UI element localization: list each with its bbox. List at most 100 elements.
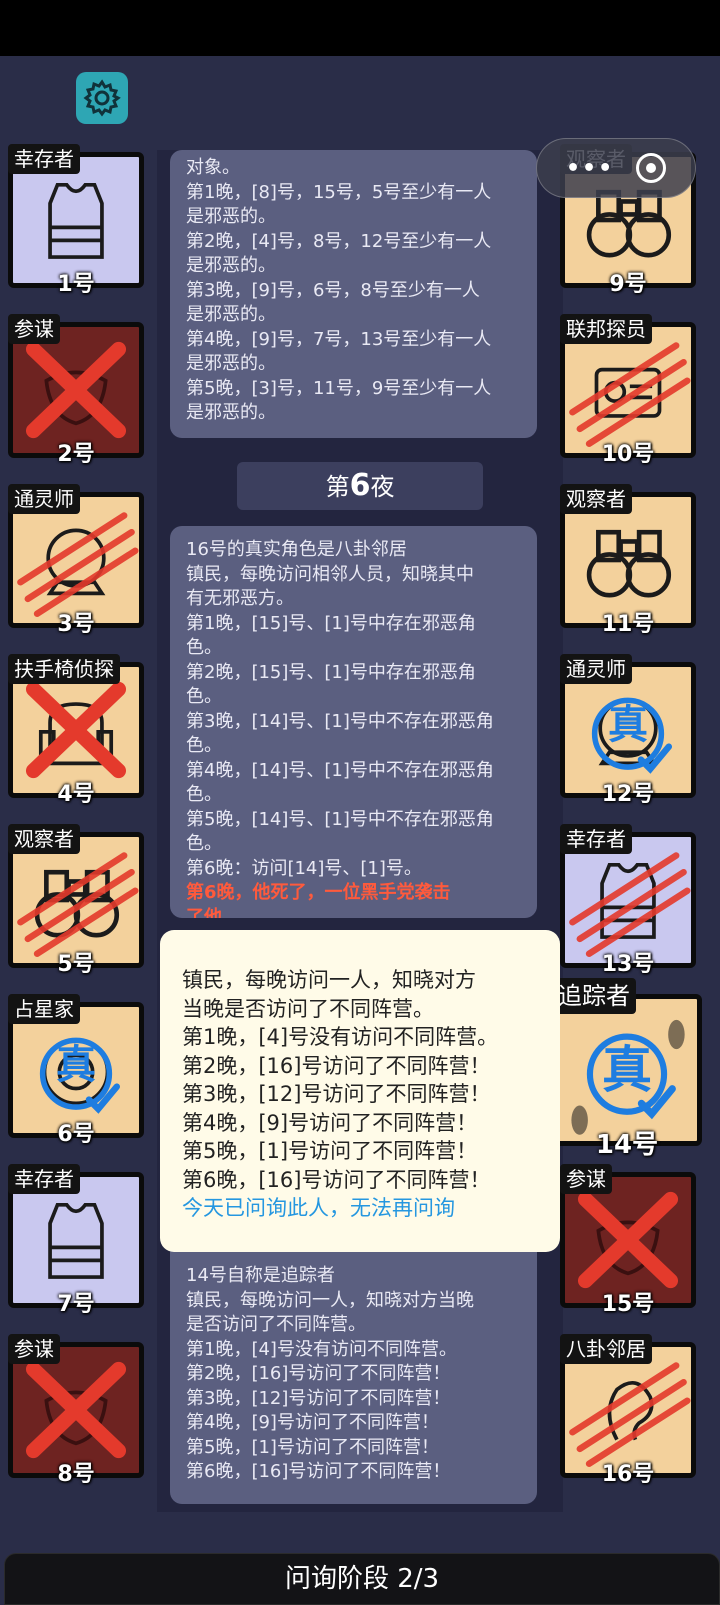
log-line: 镇民，每晚访问相邻人员，知晓其中 [186,563,474,585]
role-label: 八卦邻居 [560,1334,652,1364]
true-identity-mark: 真 [608,702,648,748]
player-number: 14号 [595,1130,659,1160]
log-line: 第2晚，[15]号、[1]号中存在邪恶角 [186,661,476,683]
log-line: 是邪恶的。 [186,402,276,423]
log-panel-claim[interactable]: 14号自称是追踪者镇民，每晚访问一人，知晓对方当晚 是否访问了不同阵营。第1晚，[… [170,1240,537,1504]
phase-bar: 问询阶段 2/3 [4,1553,720,1605]
log-line: 第4晚，[9]号访问了不同阵营！ [186,1412,439,1433]
log-line: 是否访问了不同阵营。 [186,1314,366,1335]
log-line: 第1晚，[8]号，15号，5号至少有一人 [186,181,492,203]
armchair-icon [25,681,127,779]
night-number: 6 [349,468,371,503]
player-number: 9号 [609,272,647,297]
log-line: 第6晚：访问[14]号、[1]号。 [186,857,422,879]
log-line: 第3晚，[9]号，6号，8号至少有一人 [186,279,480,301]
log-line: 色。 [186,833,222,854]
player-number: 1号 [57,272,95,297]
inquiry-popup[interactable]: 镇民，每晚访问一人，知晓对方 当晚是否访问了不同阵营。第1晚，[4]号没有访问不同… [160,930,560,1252]
log-line: 第6晚，[16]号访问了不同阵营！ [182,1167,491,1192]
crystal-ball-icon [17,512,139,617]
mask-icon [577,1191,679,1289]
role-label: 幸存者 [8,1164,80,1194]
ear-icon [569,1362,691,1467]
log-line: 是邪恶的。 [186,255,276,276]
log-line: 16号的真实角色是八卦邻居 [186,539,407,560]
role-label: 观察者 [8,824,80,854]
player-number: 13号 [601,952,655,977]
log-line: 镇民，每晚访问一人，知晓对方 [182,968,476,992]
log-panel-night6[interactable]: 16号的真实角色是八卦邻居 镇民，每晚访问相邻人员，知晓其中 有无邪恶方。 第1晚，[… [170,526,537,918]
status-bar [0,0,720,56]
log-panel-previous[interactable]: 对象。 第1晚，[8]号，15号，5号至少有一人 是邪恶的。 第2晚，[4]号，8号，… [170,150,537,438]
log-line: 第3晚，[14]号、[1]号中不存在邪恶角 [186,710,494,732]
log-line: 第5晚，[3]号，11号，9号至少有一人 [186,377,492,399]
log-line: 是邪恶的。 [186,206,276,227]
phase-label: 问询阶段 2/3 [284,1564,440,1594]
log-line: 第1晚，[4]号没有访问不同阵营。 [182,1025,499,1049]
log-line: 第2晚，[16]号访问了不同阵营！ [186,1363,451,1384]
player-number: 15号 [601,1292,655,1317]
role-label: 联邦探员 [560,314,652,344]
binoculars-icon [17,852,139,957]
gear-icon [83,79,121,117]
true-identity-mark: 真 [602,1041,652,1099]
role-label: 参谋 [8,1334,60,1364]
log-line: 是邪恶的。 [186,353,276,374]
role-label: 扶手椅侦探 [8,654,120,684]
vest-icon [48,182,104,259]
more-dots-icon[interactable]: ••• [566,156,614,181]
log-line: 第4晚，[9]号，7号，13号至少有一人 [186,328,492,350]
log-line: 14号自称是追踪者 [186,1265,335,1286]
role-label: 追踪者 [552,978,636,1014]
game-screen: 对象。 第1晚，[8]号，15号，5号至少有一人 是邪恶的。 第2晚，[4]号，8号，… [0,0,720,1605]
log-line: 第1晚，[4]号没有访问不同阵营。 [186,1338,457,1360]
night-suffix: 夜 [370,473,395,501]
player-number: 4号 [57,782,95,807]
settings-button[interactable] [76,72,128,124]
role-label: 幸存者 [560,824,632,854]
log-panel-previous-lines: 对象。 第1晚，[8]号，15号，5号至少有一人 是邪恶的。 第2晚，[4]号，8号，… [186,156,521,426]
player-number: 2号 [57,442,95,467]
log-panel-night6-lines: 16号的真实角色是八卦邻居 镇民，每晚访问相邻人员，知晓其中 有无邪恶方。 第1晚，[… [186,538,521,881]
player-number: 5号 [57,952,95,977]
role-label: 参谋 [8,314,60,344]
mask-icon [25,341,127,439]
role-label: 通灵师 [560,654,632,684]
log-line: 第3晚，[12]号访问了不同阵营！ [182,1082,491,1106]
log-panel-claim-lines: 14号自称是追踪者镇民，每晚访问一人，知晓对方当晚 是否访问了不同阵营。第1晚，[… [186,1264,521,1485]
mini-program-capsule: ••• [536,138,696,198]
player-number: 7号 [57,1292,95,1317]
player-number: 3号 [57,612,95,637]
log-line: 色。 [186,686,222,707]
vest-icon [569,852,691,957]
role-label: 占星家 [8,994,80,1024]
death-notice: 第6晚，他死了，一位黑手党袭击 了他。 [186,881,521,918]
log-line: 第4晚，[14]号、[1]号中不存在邪恶角 [186,759,494,781]
player-number: 12号 [601,782,655,807]
log-line: 色。 [186,637,222,658]
role-label: 通灵师 [8,484,80,514]
log-line: 第2晚，[4]号，8号，12号至少有一人 [186,230,492,252]
log-line: 第1晚，[15]号、[1]号中存在邪恶角 [186,612,476,634]
mask-icon [25,1361,127,1459]
log-line: 当晚是否访问了不同阵营。 [182,996,434,1021]
log-line: 了他。 [186,906,240,919]
log-line: 第3晚，[12]号访问了不同阵营！ [186,1387,451,1409]
role-label: 观察者 [560,484,632,514]
player-number: 16号 [601,1462,655,1487]
vest-icon [48,1202,104,1279]
log-line: 色。 [186,735,222,756]
log-line: 镇民，每晚访问一人，知晓对方当晚 [186,1289,474,1311]
badge-icon [569,342,691,447]
player-number: 11号 [601,612,655,637]
popup-lines: 镇民，每晚访问一人，知晓对方 当晚是否访问了不同阵营。第1晚，[4]号没有访问不同… [182,966,560,1194]
target-close-icon[interactable] [636,153,667,183]
popup-notice: 今天已问询此人，无法再问询 [182,1196,455,1220]
log-line: 对象。 [186,157,240,178]
role-label: 幸存者 [8,144,80,174]
true-identity-mark: 真 [56,1042,96,1088]
log-line: 第5晚，[1]号访问了不同阵营！ [182,1139,478,1163]
player-number: 8号 [57,1462,95,1487]
log-line: 第6晚，[16]号访问了不同阵营！ [186,1461,451,1482]
log-line: 是邪恶的。 [186,304,276,325]
